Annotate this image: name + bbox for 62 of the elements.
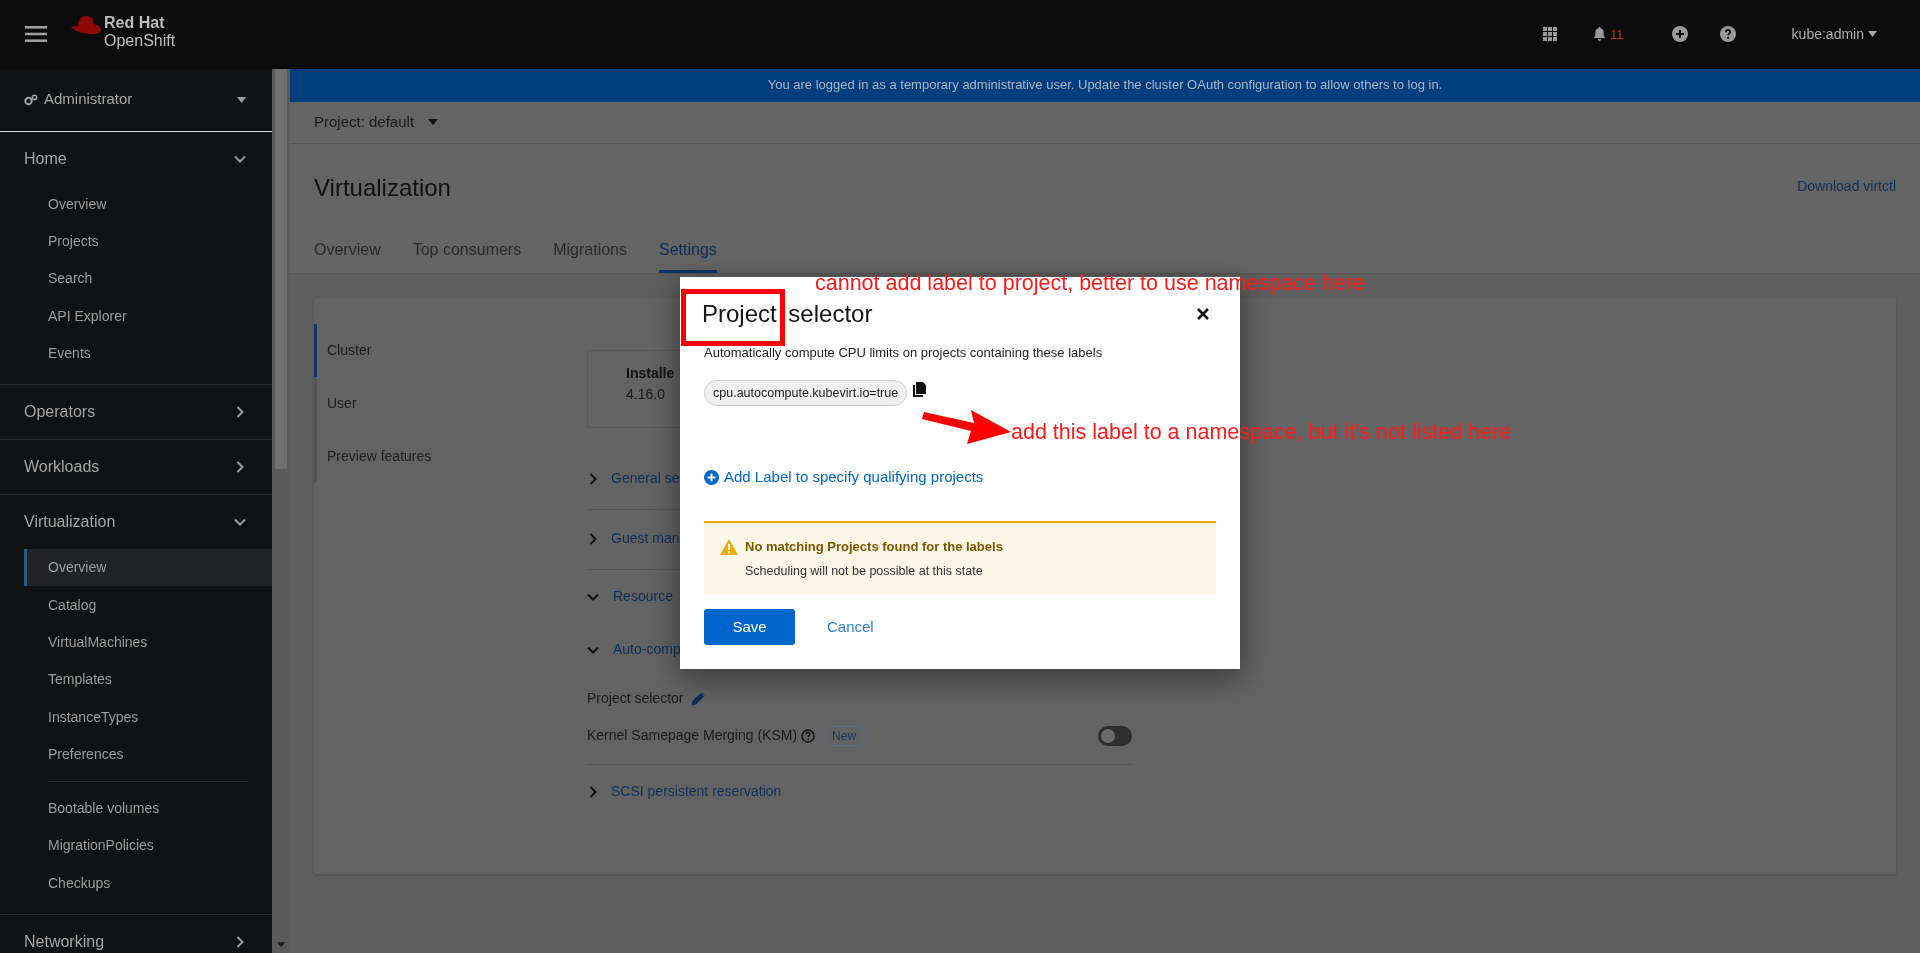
nav-item[interactable]: Preferences <box>0 735 272 773</box>
version-label: Installe <box>626 364 676 384</box>
cogs-icon <box>24 93 38 106</box>
nav-item[interactable]: API Explorer <box>0 297 272 335</box>
add-circle-icon <box>704 470 719 485</box>
scroll-down-icon[interactable] <box>277 942 285 947</box>
page-title: Virtualization <box>314 173 451 203</box>
modal-title: Project selector <box>702 299 873 329</box>
nav-item[interactable]: InstanceTypes <box>0 698 272 736</box>
field-label: Project selector <box>587 689 684 709</box>
brand-name: Red Hat <box>104 14 166 33</box>
chevron-right-icon <box>236 461 244 474</box>
nav-item[interactable]: Projects <box>0 223 272 261</box>
oauth-link[interactable]: cluster OAuth configuration <box>1145 77 1303 93</box>
nav-section-toggle[interactable]: Virtualization <box>0 495 272 550</box>
notification-count: 11 <box>1610 25 1624 44</box>
label-chip: cpu.autocompute.kubevirt.io=true <box>704 379 908 407</box>
chevron-right-icon <box>236 406 244 419</box>
help-icon[interactable] <box>1719 26 1736 43</box>
app-grid-icon[interactable] <box>1543 27 1558 42</box>
nav-item[interactable]: Overview <box>24 549 272 587</box>
nav-section-toggle[interactable]: Home <box>0 131 272 186</box>
nav-item[interactable]: MigrationPolicies <box>0 827 272 865</box>
chevron-right-icon <box>589 473 597 485</box>
nav-item[interactable]: Catalog <box>0 586 272 624</box>
nav-item[interactable]: Overview <box>0 185 272 223</box>
nav-item[interactable]: Events <box>0 334 272 373</box>
add-label-link[interactable]: Add Label to specify qualifying projects <box>704 466 984 489</box>
alert-message: Scheduling will not be possible at this state <box>745 563 984 581</box>
nav-section-toggle[interactable]: Operators <box>0 385 272 440</box>
nav-section-toggle[interactable]: Workloads <box>0 440 272 495</box>
nav-item[interactable]: Search <box>0 260 272 298</box>
chevron-right-icon <box>589 786 597 798</box>
copy-icon[interactable] <box>913 382 927 398</box>
nav-item[interactable]: Bootable volumes <box>0 789 272 828</box>
product-name: OpenShift <box>104 32 176 51</box>
save-button[interactable]: Save <box>704 609 795 645</box>
chevron-right-icon <box>589 533 597 545</box>
chevron-down-icon <box>234 154 246 163</box>
caret-down-icon <box>428 119 439 126</box>
nav-section-toggle[interactable]: Networking <box>0 914 272 953</box>
user-menu[interactable]: kube:admin <box>1791 23 1877 45</box>
menu-icon[interactable] <box>25 25 47 44</box>
help-icon[interactable] <box>801 729 816 743</box>
warning-icon <box>720 538 738 555</box>
nav-item[interactable]: Templates <box>0 661 272 699</box>
nav-item[interactable]: Checkups <box>0 864 272 902</box>
banner-message: You are logged in as a temporary administrative user. Update the cluster OAuth configuration to allow others to log in. <box>767 76 1443 95</box>
alert-title: No matching Projects found for the labels <box>745 537 1003 556</box>
bell-icon[interactable] <box>1593 27 1607 42</box>
chevron-down-icon <box>234 518 246 527</box>
field-label: Kernel Samepage Merging (KSM) <box>587 726 798 746</box>
toggle-switch[interactable] <box>1098 726 1132 746</box>
caret-down-icon <box>1868 31 1877 38</box>
cancel-button[interactable]: Cancel <box>795 615 906 639</box>
nav-item[interactable]: VirtualMachines <box>0 623 272 662</box>
chevron-right-icon <box>236 935 244 948</box>
chevron-down-icon <box>587 593 599 601</box>
chevron-down-icon <box>587 646 599 654</box>
add-circle-icon[interactable] <box>1671 26 1688 43</box>
caret-down-icon <box>237 96 246 103</box>
modal-description: Automatically compute CPU limits on projects containing these labels <box>704 344 1104 362</box>
